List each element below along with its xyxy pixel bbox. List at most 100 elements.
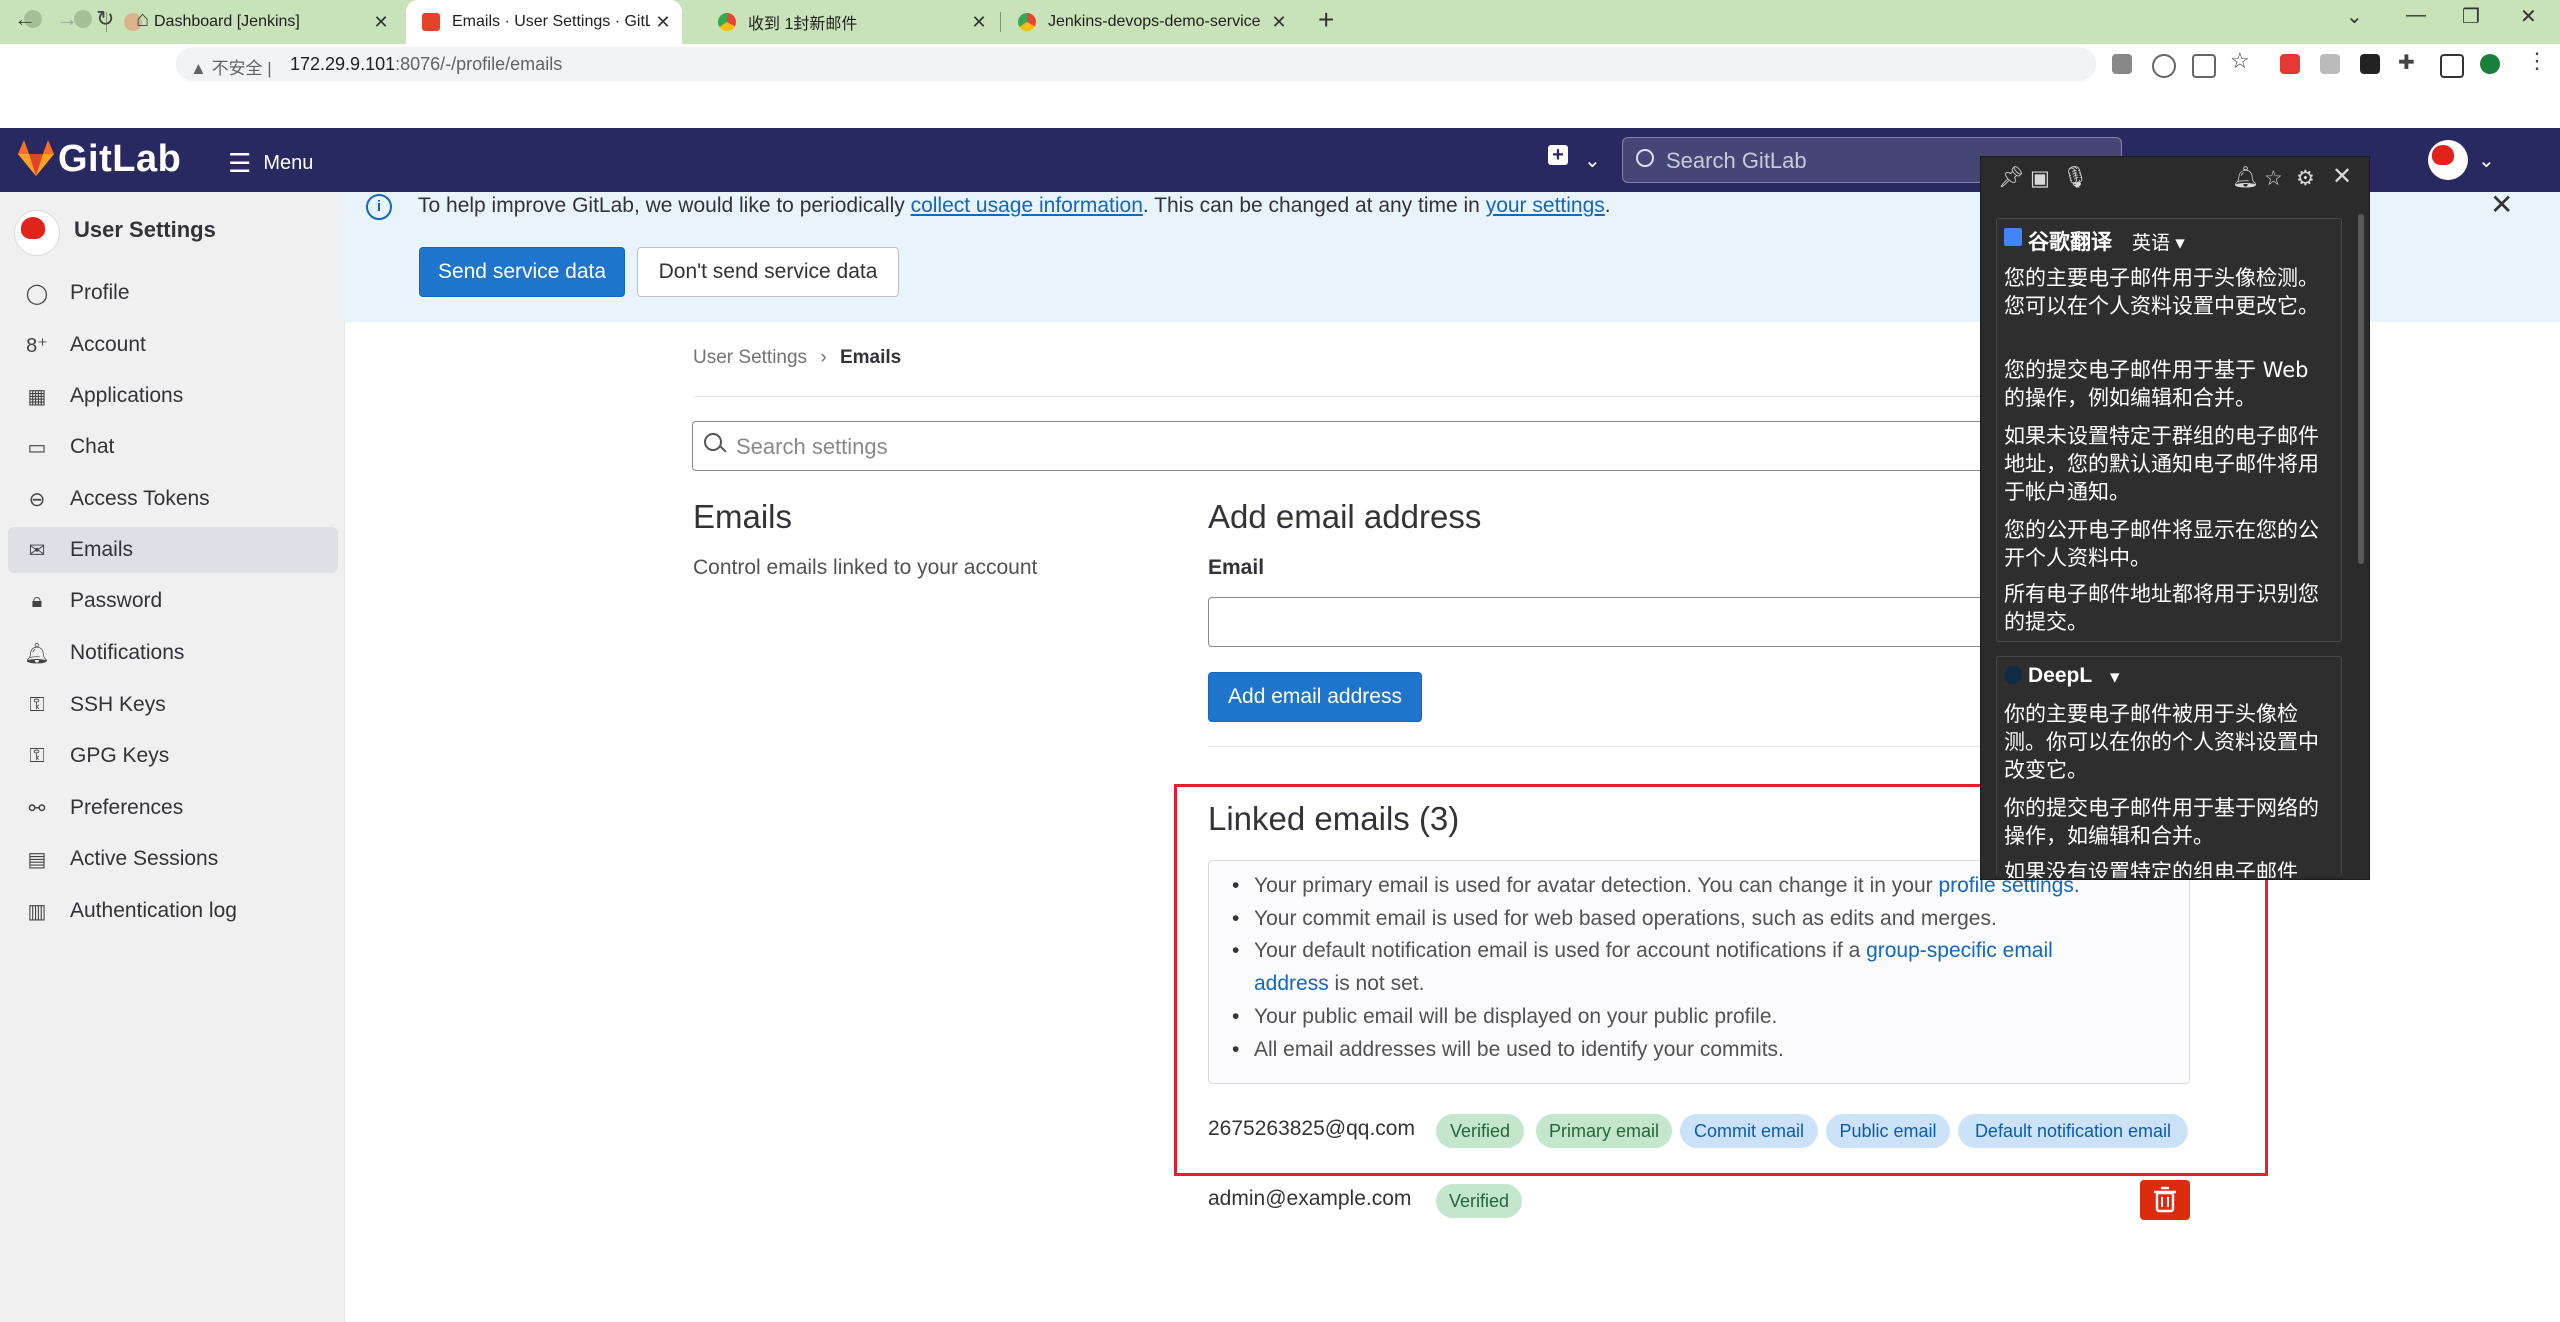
delete-email-button[interactable] xyxy=(2140,1180,2190,1220)
sidebar-avatar xyxy=(14,210,60,256)
sidebar-item-gpg-keys[interactable]: ⚿ GPG Keys xyxy=(8,733,338,779)
translation-line: 于帐户通知。 xyxy=(2004,480,2130,504)
sidebar-title[interactable]: User Settings xyxy=(74,217,216,243)
bell-icon: 🔔︎ xyxy=(24,642,50,665)
info-icon: i xyxy=(366,194,392,220)
reload-button[interactable]: ↻ xyxy=(96,6,114,32)
translate-page-icon[interactable] xyxy=(2112,54,2132,74)
sidebar-item-notifications[interactable]: 🔔︎ Notifications xyxy=(8,630,338,676)
source-language-select[interactable]: 英语 ▾ xyxy=(2132,228,2185,255)
hamburger-icon: ☰ xyxy=(228,148,252,178)
gitlab-logo-icon[interactable] xyxy=(16,138,56,178)
extensions-puzzle-icon[interactable]: ✚ xyxy=(2398,50,2415,75)
account-icon: 8⁺ xyxy=(26,334,48,357)
close-icon[interactable]: ✕ xyxy=(2332,162,2352,191)
profile-avatar-icon[interactable] xyxy=(2480,54,2500,74)
close-icon[interactable]: ✕ xyxy=(2490,188,2513,221)
banner-message: To help improve GitLab, we would like to… xyxy=(418,194,1611,217)
preferences-icon: ⚯ xyxy=(28,797,46,820)
create-new-icon[interactable]: + xyxy=(1548,145,1568,165)
deepl-name: DeepL xyxy=(2028,664,2093,687)
pin-icon[interactable]: 📌︎ xyxy=(1998,166,2025,190)
back-button[interactable]: ← xyxy=(14,6,36,32)
sidebar-item-authentication-log[interactable]: ▥ Authentication log xyxy=(8,888,338,934)
tab-search-chevron-icon[interactable]: ⌄ xyxy=(2346,4,2363,29)
translation-clip: 如果没有设置特定的组电子邮件 xyxy=(1996,856,2342,878)
sidebar-item-active-sessions[interactable]: ▤ Active Sessions xyxy=(8,836,338,882)
sidebar-item-password[interactable]: 🔒︎ Password xyxy=(8,578,338,624)
translation-line: 的操作，例如编辑和合并。 xyxy=(2004,386,2256,410)
user-menu-chevron-icon[interactable]: ⌄ xyxy=(2478,148,2495,173)
menu-button[interactable]: ☰ Menu xyxy=(228,148,313,179)
extension-translator-icon[interactable] xyxy=(2360,54,2380,74)
bookmark-star-icon[interactable]: ☆ xyxy=(2230,48,2250,74)
tab-separator xyxy=(1000,12,1001,32)
tab-jenkins-devops[interactable]: Jenkins-devops-demo-service ✕ xyxy=(1002,0,1298,44)
gear-icon[interactable]: ⚙ xyxy=(2296,166,2315,191)
translation-line: 您的主要电子邮件用于头像检测。 xyxy=(2004,266,2319,290)
translation-line: 您的公开电子邮件将显示在您的公 xyxy=(2004,518,2319,542)
notification-bell-icon[interactable]: 🔔︎ xyxy=(2232,166,2259,190)
add-email-address-button[interactable]: Add email address xyxy=(1208,672,1422,722)
gitlab-favicon-icon xyxy=(422,13,440,31)
translation-line: 如果未设置特定于群组的电子邮件 xyxy=(2004,424,2319,448)
sidebar-item-applications[interactable]: ▦ Applications xyxy=(8,373,338,419)
send-service-data-button[interactable]: Send service data xyxy=(419,247,625,297)
sidebar-item-emails[interactable]: ✉ Emails xyxy=(8,527,338,573)
side-panel-icon[interactable] xyxy=(2440,54,2464,78)
home-button[interactable]: ⌂ xyxy=(136,6,149,32)
tab-gitlab-emails[interactable]: Emails · User Settings · GitLab ✕ xyxy=(406,0,682,44)
close-tab-icon[interactable]: ✕ xyxy=(966,12,992,33)
restore-window-button[interactable]: ❐ xyxy=(2462,4,2480,29)
sidebar-item-preferences[interactable]: ⚯ Preferences xyxy=(8,785,338,831)
log-icon: ▥ xyxy=(27,900,47,923)
security-indicator[interactable]: ▲ 不安全 | xyxy=(190,54,272,79)
applications-icon: ▦ xyxy=(27,385,47,408)
image-icon[interactable]: ▣ xyxy=(2030,166,2050,191)
dont-send-service-data-button[interactable]: Don't send service data xyxy=(637,247,899,297)
close-tab-icon[interactable]: ✕ xyxy=(368,12,394,33)
trash-icon xyxy=(2154,1186,2176,1213)
translation-line: 地址，您的默认通知电子邮件将用 xyxy=(2004,452,2319,476)
translation-line: 改变它。 xyxy=(2004,758,2088,782)
collect-usage-link[interactable]: collect usage information xyxy=(911,194,1143,217)
browser-menu-icon[interactable]: ⋮ xyxy=(2526,48,2548,74)
sidebar-item-ssh-keys[interactable]: ⚿ SSH Keys xyxy=(8,682,338,728)
sidebar-item-profile[interactable]: ◯ Profile xyxy=(8,270,338,316)
microphone-icon[interactable]: 🎙︎ xyxy=(2062,166,2089,190)
email-address-secondary: admin@example.com xyxy=(1208,1187,1412,1210)
minimize-window-button[interactable]: — xyxy=(2406,4,2426,27)
zoom-icon[interactable] xyxy=(2152,54,2176,78)
close-window-button[interactable]: ✕ xyxy=(2520,4,2537,29)
extension-red-icon[interactable] xyxy=(2280,54,2300,74)
sidebar-item-access-tokens[interactable]: ⊖ Access Tokens xyxy=(8,476,338,522)
translation-line: 你的提交电子邮件用于基于网络的 xyxy=(2004,796,2319,820)
forward-button[interactable]: → xyxy=(56,6,78,32)
tab-jenkins-dashboard[interactable]: Dashboard [Jenkins] ✕ xyxy=(108,0,400,44)
tab-new-mail[interactable]: 收到 1封新邮件 ✕ xyxy=(702,0,998,44)
chevron-down-icon[interactable]: ⌄ xyxy=(1584,148,1601,173)
monitor-icon: ▤ xyxy=(27,848,47,871)
close-tab-icon[interactable]: ✕ xyxy=(1266,12,1292,33)
your-settings-link[interactable]: your settings xyxy=(1486,194,1605,217)
chrome-favicon-icon xyxy=(718,13,736,31)
new-tab-button[interactable]: + xyxy=(1318,4,1334,36)
url-text[interactable]: 172.29.9.101:8076/-/profile/emails xyxy=(290,54,562,75)
close-tab-icon[interactable]: ✕ xyxy=(650,12,676,33)
translator-scrollbar[interactable] xyxy=(2358,214,2364,564)
sidebar-item-account[interactable]: 8⁺ Account xyxy=(8,322,338,368)
translation-line: 的提交。 xyxy=(2004,610,2088,634)
extension-gray-icon[interactable] xyxy=(2320,54,2340,74)
sidebar-item-chat[interactable]: ▭ Chat xyxy=(8,424,338,470)
gitlab-brand[interactable]: GitLab xyxy=(58,138,181,181)
user-avatar[interactable] xyxy=(2428,140,2468,180)
star-icon[interactable]: ☆ xyxy=(2264,166,2283,191)
page-top-gap xyxy=(0,84,2560,128)
emails-section-title: Emails xyxy=(693,498,793,535)
settings-search-placeholder: Search settings xyxy=(736,434,888,459)
deepl-dropdown-chevron-icon[interactable]: ▾ xyxy=(2110,666,2120,689)
chrome-favicon-icon xyxy=(1018,13,1036,31)
verified-badge: Verified xyxy=(1436,1184,1522,1218)
share-icon[interactable] xyxy=(2192,54,2216,78)
breadcrumb-parent[interactable]: User Settings xyxy=(693,347,807,368)
